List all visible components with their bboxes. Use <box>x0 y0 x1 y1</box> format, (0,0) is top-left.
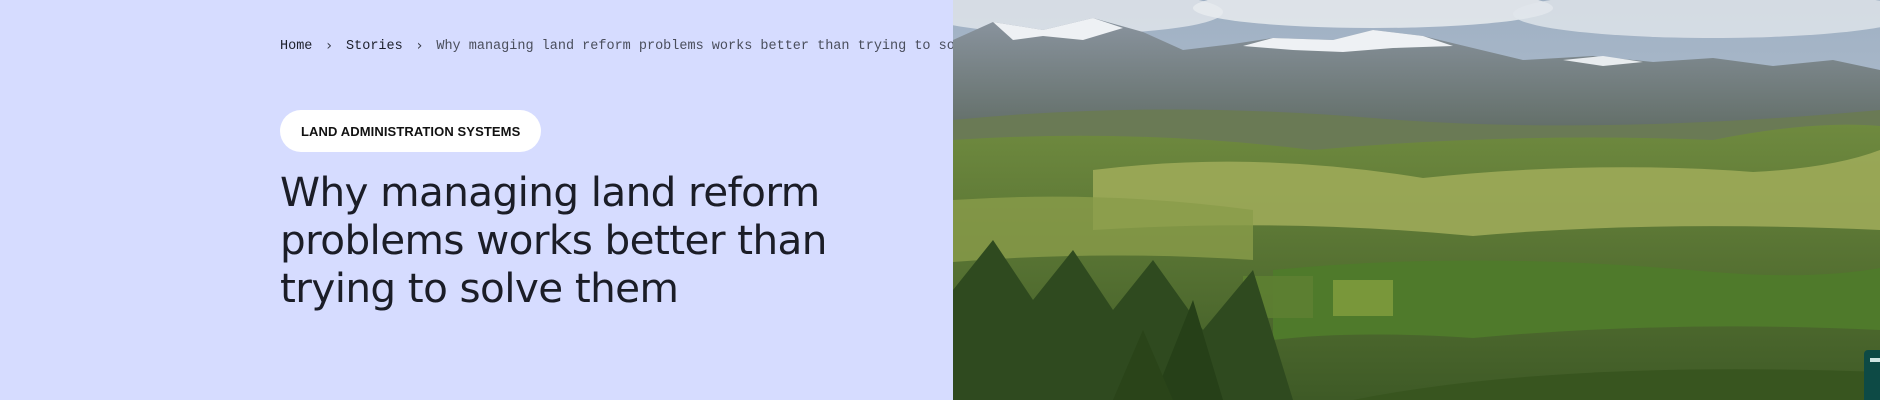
breadcrumb-stories-link[interactable]: Stories <box>346 39 403 54</box>
category-tag[interactable]: LAND ADMINISTRATION SYSTEMS <box>280 110 542 152</box>
chevron-right-icon: › <box>416 38 423 54</box>
hero-image <box>953 0 1880 400</box>
page-title: Why managing land reform problems works … <box>280 168 827 312</box>
breadcrumb: Home › Stories › Why managing land refor… <box>280 38 1020 54</box>
landscape-photo-icon <box>953 0 1880 400</box>
breadcrumb-home-link[interactable]: Home <box>280 39 312 54</box>
chevron-right-icon: › <box>326 38 333 54</box>
story-header-panel: Home › Stories › Why managing land refor… <box>0 0 1020 400</box>
corner-badge[interactable] <box>1864 350 1880 400</box>
breadcrumb-current: Why managing land reform problems works … <box>436 38 1020 54</box>
